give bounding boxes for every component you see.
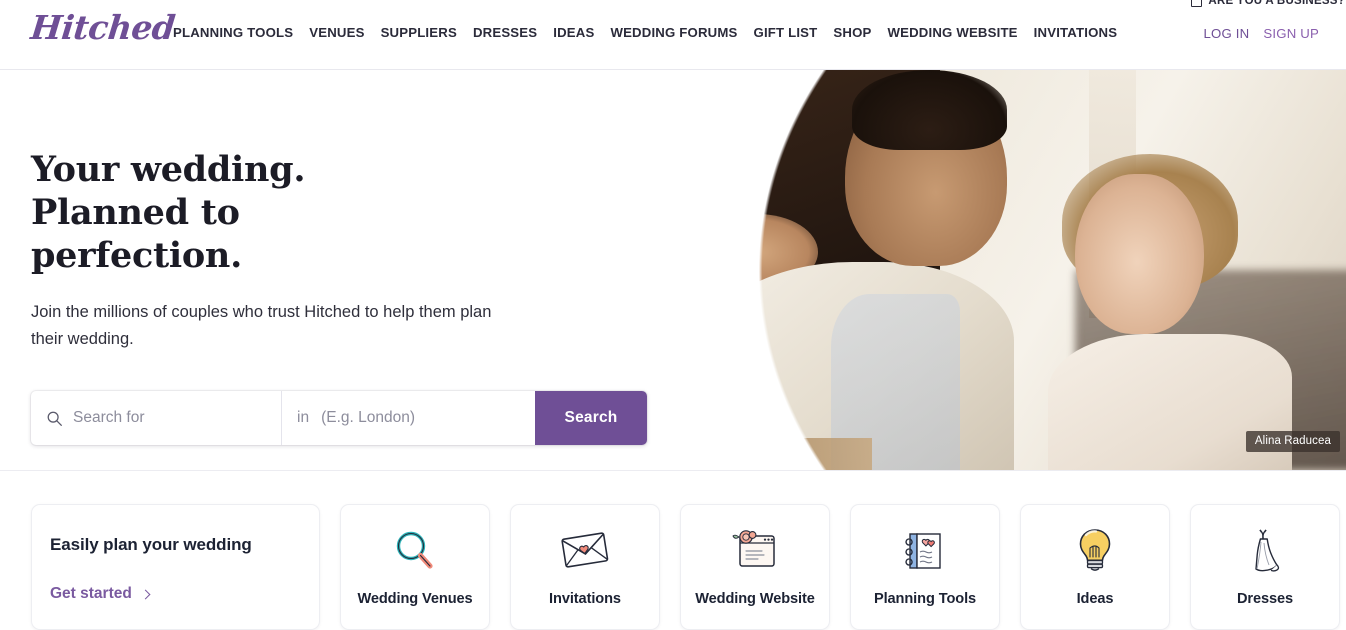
hero-title-line-2: perfection.: [31, 235, 242, 276]
easily-plan-title: Easily plan your wedding: [50, 535, 252, 554]
hero-search-bar: in Search: [31, 391, 647, 445]
browser-window-flowers-icon: [723, 519, 787, 583]
hero-copy: Your wedding. Planned to perfection. Joi…: [31, 148, 651, 353]
search-input[interactable]: [73, 391, 281, 445]
tile-wedding-website[interactable]: Wedding Website: [680, 504, 830, 630]
hero-title: Your wedding. Planned to perfection.: [31, 148, 431, 277]
magnifying-glass-icon: [383, 519, 447, 583]
hero-title-line-1: Your wedding. Planned to: [31, 149, 306, 233]
nav-item-ideas[interactable]: IDEAS: [545, 25, 602, 40]
nav-item-planning-tools[interactable]: PLANNING TOOLS: [173, 25, 301, 40]
nav-item-shop[interactable]: SHOP: [825, 25, 879, 40]
auth-navigation: LOG IN SIGN UP: [1203, 26, 1319, 41]
search-where-field[interactable]: in: [282, 391, 535, 445]
nav-item-wedding-website[interactable]: WEDDING WEBSITE: [879, 25, 1025, 40]
location-input[interactable]: [321, 391, 535, 445]
search-in-label: in: [297, 409, 310, 426]
quick-links-row: Easily plan your wedding Get started Wed…: [31, 504, 1340, 630]
get-started-label: Get started: [50, 585, 132, 602]
are-you-a-business-label: ARE YOU A BUSINESS?: [1208, 0, 1345, 7]
photo-credit-badge: Alina Raducea: [1245, 431, 1340, 452]
photo-bride-face: [1075, 174, 1204, 334]
nav-item-dresses[interactable]: DRESSES: [465, 25, 545, 40]
quick-links-section: Easily plan your wedding Get started Wed…: [0, 470, 1346, 630]
wedding-dress-icon: [1233, 519, 1297, 583]
tile-label: Wedding Website: [695, 591, 815, 607]
tile-label: Dresses: [1236, 591, 1294, 607]
tile-ideas[interactable]: Ideas: [1020, 504, 1170, 630]
nav-item-wedding-forums[interactable]: WEDDING FORUMS: [602, 25, 745, 40]
tile-planning-tools[interactable]: Planning Tools: [850, 504, 1000, 630]
search-icon: [47, 411, 62, 426]
tile-dresses[interactable]: Dresses: [1190, 504, 1340, 630]
search-what-field[interactable]: [31, 391, 282, 445]
sign-up-link[interactable]: SIGN UP: [1263, 26, 1319, 41]
lightbulb-icon: [1063, 519, 1127, 583]
tile-label: Wedding Venues: [357, 591, 473, 607]
tile-wedding-venues[interactable]: Wedding Venues: [340, 504, 490, 630]
hitched-logo[interactable]: Hitched: [29, 8, 177, 47]
tile-invitations[interactable]: Invitations: [510, 504, 660, 630]
hero-subtitle: Join the millions of couples who trust H…: [31, 303, 492, 348]
log-in-link[interactable]: LOG IN: [1203, 26, 1249, 41]
photo-floor: [669, 438, 873, 470]
photo-groom-hair: [851, 70, 1008, 150]
chevron-right-icon: [140, 589, 151, 599]
tile-label: Invitations: [549, 591, 621, 607]
are-you-a-business-link[interactable]: ARE YOU A BUSINESS?: [1046, 0, 1346, 9]
briefcase-icon: [1191, 0, 1203, 7]
hero-section: Alina Raducea Your wedding. Planned to p…: [0, 70, 1346, 470]
nav-item-suppliers[interactable]: SUPPLIERS: [373, 25, 465, 40]
hero-wedding-photo: Alina Raducea: [669, 70, 1346, 470]
notebook-hearts-icon: [893, 519, 957, 583]
main-navigation: PLANNING TOOLS VENUES SUPPLIERS DRESSES …: [173, 25, 1125, 40]
search-button[interactable]: Search: [535, 391, 647, 445]
tile-label: Ideas: [1076, 591, 1114, 607]
get-started-link[interactable]: Get started: [50, 585, 151, 603]
nav-item-venues[interactable]: VENUES: [301, 25, 372, 40]
nav-item-invitations[interactable]: INVITATIONS: [1026, 25, 1126, 40]
site-header: ARE YOU A BUSINESS? Hitched PLANNING TOO…: [0, 0, 1346, 70]
envelope-heart-icon: [553, 519, 617, 583]
tile-label: Planning Tools: [873, 591, 977, 607]
easily-plan-card[interactable]: Easily plan your wedding Get started: [31, 504, 320, 630]
nav-item-gift-list[interactable]: GIFT LIST: [746, 25, 826, 40]
